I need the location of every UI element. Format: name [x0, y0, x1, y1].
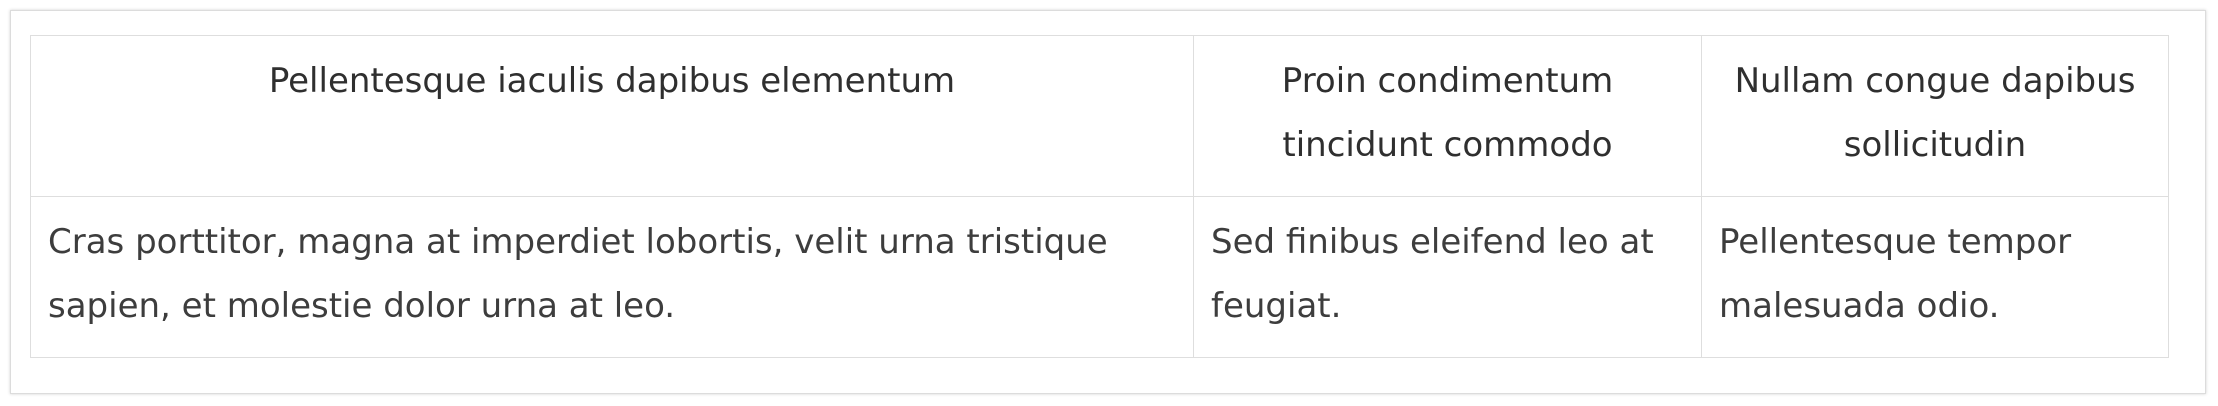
table-cell: Sed finibus eleifend leo at feugiat.	[1193, 196, 1702, 358]
table-cell: Pellentesque tempor malesuada odio.	[1701, 196, 2169, 358]
data-table: Pellentesque iaculis dapibus elementum P…	[30, 35, 2169, 358]
column-header-1: Pellentesque iaculis dapibus elementum	[30, 35, 1194, 197]
column-header-2: Proin condimentum tincidunt commodo	[1193, 35, 1702, 197]
table-body: Cras porttitor, magna at imperdiet lobor…	[30, 196, 2169, 358]
table-cell: Cras porttitor, magna at imperdiet lobor…	[30, 196, 1194, 358]
header-row: Pellentesque iaculis dapibus elementum P…	[30, 35, 2169, 197]
column-header-3: Nullam congue dapibus sollicitudin	[1701, 35, 2169, 197]
table-row: Cras porttitor, magna at imperdiet lobor…	[30, 196, 2169, 358]
table-header: Pellentesque iaculis dapibus elementum P…	[30, 35, 2169, 197]
